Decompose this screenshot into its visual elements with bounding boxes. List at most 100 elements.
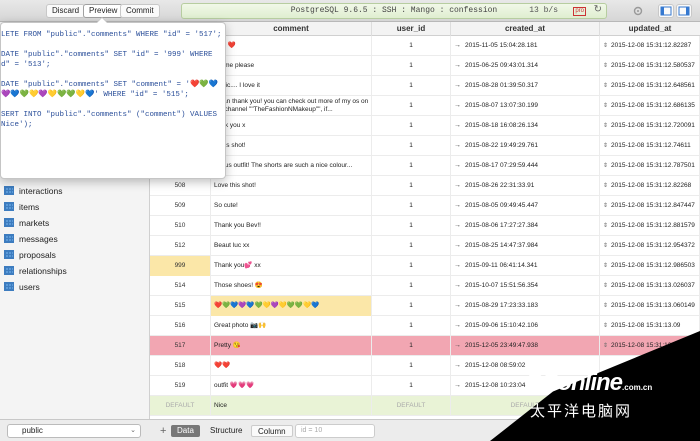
cell-id[interactable]: 510 bbox=[150, 216, 211, 236]
sidebar-item-proposals[interactable]: proposals bbox=[4, 248, 56, 263]
cell-comment[interactable]: Pretty 😘 bbox=[211, 336, 372, 356]
table-row[interactable]: 515 ❤️💚💙💜💙💚💛💜💛💚💚💛💙 1 → 2015-08-29 17:23:33.1… bbox=[150, 296, 700, 316]
cell-user-id[interactable]: 1 bbox=[372, 296, 451, 316]
cell-comment[interactable]: latran thank you! you can check out more… bbox=[211, 96, 372, 116]
cell-user-id[interactable]: 1 bbox=[372, 196, 451, 216]
sidebar-item-markets[interactable]: markets bbox=[4, 216, 49, 231]
cell-comment[interactable]: zing ❤️ bbox=[211, 36, 372, 56]
tab-structure[interactable]: Structure bbox=[204, 425, 248, 437]
sidebar-item-relationships[interactable]: relationships bbox=[4, 264, 67, 279]
table-row[interactable]: latran thank you! you can check out more… bbox=[150, 96, 700, 116]
commit-button[interactable]: Commit bbox=[120, 4, 160, 18]
column-filter-select[interactable]: Column bbox=[251, 425, 293, 437]
cell-created-at[interactable]: → 2015-08-06 17:27:27.384 bbox=[451, 216, 600, 236]
table-row[interactable]: 517 Pretty 😘 1 → 2015-12-05 23:49:47.938 ⇕ 201… bbox=[150, 336, 700, 356]
cell-comment[interactable]: Thank you Bev!! bbox=[211, 216, 372, 236]
cell-comment[interactable]: Those shoes! 😍 bbox=[211, 276, 372, 296]
cell-updated-at[interactable]: ⇕ 2015-12-08 15:31:12.82287 bbox=[600, 36, 700, 56]
cell-created-at[interactable]: → 2015-08-05 09:49:45.447 bbox=[451, 196, 600, 216]
cell-updated-at[interactable]: ⇕ 2015-12-08 15:31:13.09 bbox=[600, 316, 700, 336]
cell-user-id[interactable]: 1 bbox=[372, 96, 451, 116]
cell-user-id[interactable]: 1 bbox=[372, 36, 451, 56]
cell-updated-at[interactable]: ⇕ 2015-12-08 15:31:12.881579 bbox=[600, 216, 700, 236]
cell-updated-at[interactable]: ⇕ 2015-12-08 15:31:12.648561 bbox=[600, 76, 700, 96]
cell-comment[interactable]: ow me please bbox=[211, 56, 372, 76]
table-row[interactable]: 508 Love this shot! 1 → 2015-08-26 22:31:33.… bbox=[150, 176, 700, 196]
cell-user-id[interactable]: 1 bbox=[372, 156, 451, 176]
sidebar-item-users[interactable]: users bbox=[4, 280, 40, 295]
table-row[interactable]: geous outfit! The shorts are such a nice… bbox=[150, 156, 700, 176]
column-header-comment[interactable]: comment bbox=[211, 22, 372, 36]
cell-updated-at[interactable]: ⇕ 2015-12-08 15:31:12.82268 bbox=[600, 176, 700, 196]
cell-id[interactable]: 999 bbox=[150, 256, 211, 276]
discard-button[interactable]: Discard bbox=[46, 4, 86, 18]
toggle-sidebar-icon[interactable] bbox=[658, 4, 674, 18]
settings-icon[interactable] bbox=[630, 4, 646, 18]
table-row[interactable]: e this shot! 1 → 2015-08-22 19:49:29.761 ⇕ 20… bbox=[150, 136, 700, 156]
table-row[interactable]: 999 Thank you💕 xx 1 → 2015-09-11 06:41:14.34… bbox=[150, 256, 700, 276]
cell-comment[interactable]: lassic.... I love it bbox=[211, 76, 372, 96]
table-row[interactable]: hank you x 1 → 2015-08-18 16:08:26.134 ⇕ 2015… bbox=[150, 116, 700, 136]
cell-id[interactable]: DEFAULT bbox=[150, 396, 211, 416]
cell-user-id[interactable]: 1 bbox=[372, 316, 451, 336]
cell-created-at[interactable]: → 2015-09-06 15:10:42.106 bbox=[451, 316, 600, 336]
cell-created-at[interactable]: → 2015-08-22 19:49:29.761 bbox=[451, 136, 600, 156]
cell-id[interactable]: 509 bbox=[150, 196, 211, 216]
cell-created-at[interactable]: → 2015-08-17 07:29:59.444 bbox=[451, 156, 600, 176]
table-row[interactable]: lassic.... I love it 1 → 2015-08-28 01:39:5… bbox=[150, 76, 700, 96]
cell-id[interactable]: 515 bbox=[150, 296, 211, 316]
cell-updated-at[interactable]: ⇕ 2015-12-08 15:31:12.720091 bbox=[600, 116, 700, 136]
table-row[interactable]: 514 Those shoes! 😍 1 → 2015-10-07 15:51:56.3… bbox=[150, 276, 700, 296]
table-row[interactable]: zing ❤️ 1 → 2015-11-05 15:04:28.181 ⇕2015-12… bbox=[150, 36, 700, 56]
table-row[interactable]: 510 Thank you Bev!! 1 → 2015-08-06 17:27:27.… bbox=[150, 216, 700, 236]
cell-updated-at[interactable]: ⇕ 2015-12-08 15:31:12.954372 bbox=[600, 236, 700, 256]
cell-user-id[interactable]: 1 bbox=[372, 236, 451, 256]
cell-user-id[interactable]: 1 bbox=[372, 176, 451, 196]
cell-created-at[interactable]: → 2015-09-11 06:41:14.341 bbox=[451, 256, 600, 276]
cell-comment[interactable]: ❤️❤️ bbox=[211, 356, 372, 376]
cell-id[interactable]: 518 bbox=[150, 356, 211, 376]
cell-user-id[interactable]: 1 bbox=[372, 136, 451, 156]
cell-user-id[interactable]: DEFAULT bbox=[372, 396, 451, 416]
tab-data[interactable]: Data bbox=[171, 425, 200, 437]
cell-created-at[interactable]: → 2015-12-05 23:49:47.938 bbox=[451, 336, 600, 356]
sidebar-item-items[interactable]: items bbox=[4, 200, 39, 215]
cell-comment[interactable]: Nice bbox=[211, 396, 372, 416]
schema-select[interactable]: public ⌄ bbox=[7, 424, 141, 438]
table-row[interactable]: 512 Beaut luc xx 1 → 2015-08-25 14:47:37.984… bbox=[150, 236, 700, 256]
cell-comment[interactable]: e this shot! bbox=[211, 136, 372, 156]
sidebar-item-messages[interactable]: messages bbox=[4, 232, 58, 247]
cell-created-at[interactable]: → 2015-10-07 15:51:56.354 bbox=[451, 276, 600, 296]
cell-updated-at[interactable]: ⇕ 2015-12-08 15:31:12.787501 bbox=[600, 156, 700, 176]
cell-user-id[interactable]: 1 bbox=[372, 56, 451, 76]
add-row-button[interactable]: + bbox=[154, 425, 172, 437]
cell-user-id[interactable]: 1 bbox=[372, 276, 451, 296]
preview-button[interactable]: Preview bbox=[83, 4, 124, 18]
cell-updated-at[interactable]: ⇕ 2015-12-08 15:31:13.026037 bbox=[600, 276, 700, 296]
cell-id[interactable]: 517 bbox=[150, 336, 211, 356]
cell-id[interactable]: 514 bbox=[150, 276, 211, 296]
cell-user-id[interactable]: 1 bbox=[372, 116, 451, 136]
cell-id[interactable]: 519 bbox=[150, 376, 211, 396]
column-header-user-id[interactable]: user_id bbox=[372, 22, 451, 36]
cell-comment[interactable]: Beaut luc xx bbox=[211, 236, 372, 256]
toggle-panel-icon[interactable] bbox=[676, 4, 692, 18]
cell-created-at[interactable]: → 2015-08-28 01:39:50.317 bbox=[451, 76, 600, 96]
cell-user-id[interactable]: 1 bbox=[372, 336, 451, 356]
cell-user-id[interactable]: 1 bbox=[372, 76, 451, 96]
cell-id[interactable]: 516 bbox=[150, 316, 211, 336]
cell-created-at[interactable]: → 2015-08-18 16:08:26.134 bbox=[451, 116, 600, 136]
cell-comment[interactable]: geous outfit! The shorts are such a nice… bbox=[211, 156, 372, 176]
cell-created-at[interactable]: → 2015-08-26 22:31:33.91 bbox=[451, 176, 600, 196]
cell-updated-at[interactable]: ⇕ 2015-12-08 15:31:12.74611 bbox=[600, 136, 700, 156]
filter-input[interactable]: id = 10 bbox=[295, 424, 375, 438]
cell-updated-at[interactable]: ⇕ 2015-12-08 15:31:12.686135 bbox=[600, 96, 700, 116]
cell-updated-at[interactable]: ⇕ 2015-12-08 15:31:12.986503 bbox=[600, 256, 700, 276]
cell-id[interactable]: 512 bbox=[150, 236, 211, 256]
cell-comment[interactable]: So cute! bbox=[211, 196, 372, 216]
cell-comment[interactable]: hank you x bbox=[211, 116, 372, 136]
cell-user-id[interactable]: 1 bbox=[372, 216, 451, 236]
cell-user-id[interactable]: 1 bbox=[372, 376, 451, 396]
table-row[interactable]: 516 Great photo 📷🙌 1 → 2015-09-06 15:10:42.1… bbox=[150, 316, 700, 336]
cell-user-id[interactable]: 1 bbox=[372, 256, 451, 276]
